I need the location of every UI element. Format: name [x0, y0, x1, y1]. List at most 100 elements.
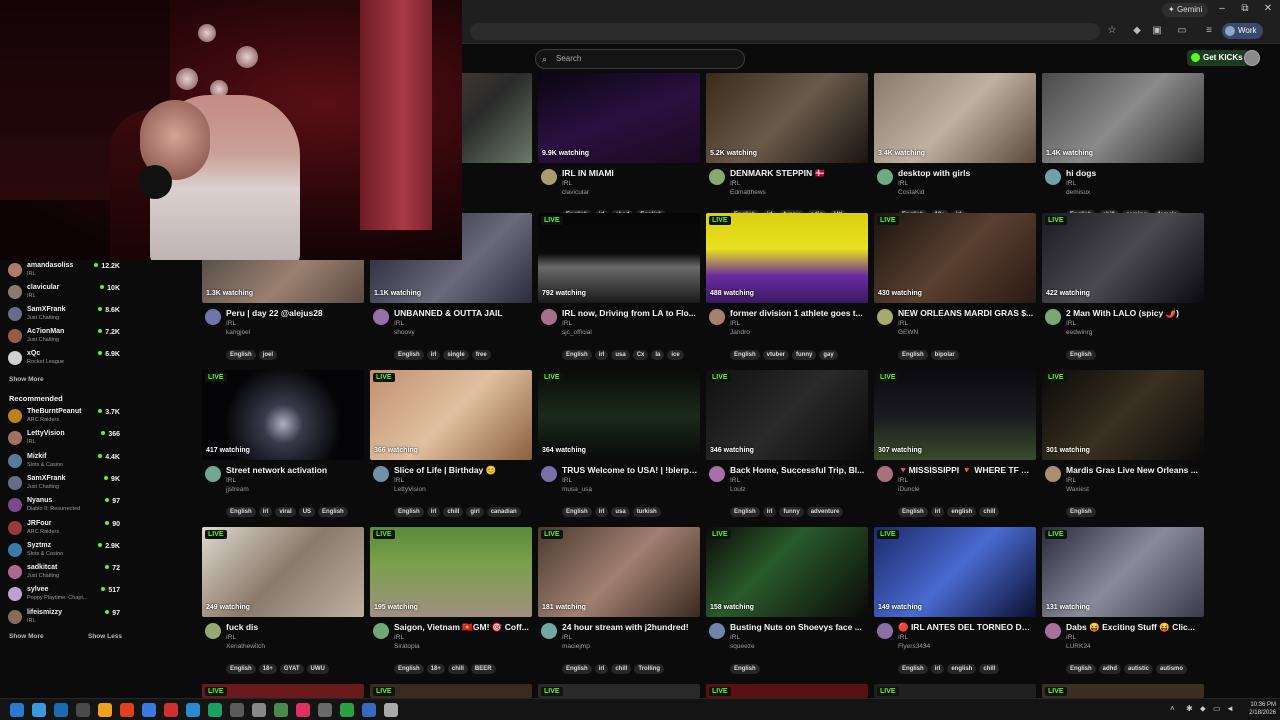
streamer-name[interactable]: musa_usa [562, 486, 592, 493]
streamer-name[interactable]: iDuncle [898, 486, 920, 493]
stream-category[interactable]: IRL [898, 477, 908, 484]
stream-tag[interactable]: English [1066, 350, 1096, 360]
taskbar-app-icon[interactable] [384, 703, 398, 717]
chevron-up-icon[interactable]: ˄ [1170, 704, 1175, 713]
stream-category[interactable]: IRL [1066, 320, 1076, 327]
streamer-name[interactable]: demisux [1066, 189, 1090, 196]
stream-category[interactable]: IRL [1066, 180, 1076, 187]
stream-category[interactable]: IRL [898, 634, 908, 641]
stream-card[interactable]: LIVE 301 watching Mardis Gras Live New Orl… [1042, 370, 1204, 520]
stream-tag[interactable]: Trolling [634, 664, 665, 674]
taskbar-app-icon[interactable] [340, 703, 354, 717]
stream-tag[interactable]: 18+ [426, 664, 445, 674]
streamer-avatar[interactable] [541, 309, 557, 325]
taskbar-app-icon[interactable] [120, 703, 134, 717]
stream-thumbnail[interactable]: LIVE [706, 684, 868, 698]
show-less-recommended[interactable]: Show Less [88, 633, 122, 640]
taskbar-app-icon[interactable] [142, 703, 156, 717]
taskbar-app-icon[interactable] [362, 703, 376, 717]
stream-thumbnail[interactable]: LIVE 149 watching [874, 527, 1036, 617]
stream-card[interactable]: LIVE 149 watching 🔴 IRL ANTES DEL TORNEO D… [874, 527, 1036, 677]
stream-tag[interactable]: la [651, 350, 665, 360]
stream-tag[interactable]: vtuber [762, 350, 790, 360]
stream-tag[interactable]: irl [426, 350, 441, 360]
sidebar-channel-item[interactable]: xQc Rocket League 6.9K [8, 348, 122, 370]
stream-thumbnail[interactable]: LIVE [874, 684, 1036, 698]
stream-card[interactable]: LIVE 346 watching Back Home, Successful Tr… [706, 370, 868, 520]
stream-tag[interactable]: irl [594, 507, 609, 517]
stream-tag[interactable]: English [730, 350, 760, 360]
stream-thumbnail[interactable]: LIVE 131 watching [1042, 527, 1204, 617]
search-input[interactable]: ⌕ Search [535, 49, 745, 69]
stream-thumbnail[interactable]: LIVE 301 watching [1042, 370, 1204, 460]
stream-card[interactable]: LIVE 417 watching Street network activatio… [202, 370, 364, 520]
stream-title[interactable]: Saigon, Vietnam 🇻🇳GM! 🎯 Coff... [394, 622, 530, 633]
url-field[interactable] [470, 23, 1100, 40]
stream-tag[interactable]: canadian [486, 507, 521, 517]
stream-category[interactable]: IRL [394, 634, 404, 641]
stream-thumbnail[interactable]: LIVE 364 watching [538, 370, 700, 460]
taskbar-app-icon[interactable] [318, 703, 332, 717]
streamer-avatar[interactable] [1045, 466, 1061, 482]
stream-tag[interactable]: Cx [632, 350, 649, 360]
stream-tag[interactable]: ice [667, 350, 684, 360]
stream-card[interactable]: 5.2K watching DENMARK STEPPIN 🇩🇰 IRL Edmatt… [706, 73, 868, 223]
stream-tag[interactable]: irl [594, 350, 609, 360]
stream-category[interactable]: IRL [730, 634, 740, 641]
streamer-name[interactable]: eedwinrg [1066, 329, 1092, 336]
streamer-avatar[interactable] [709, 309, 725, 325]
streamer-avatar[interactable] [541, 466, 557, 482]
stream-tag[interactable]: US [298, 507, 316, 517]
stream-tag[interactable]: chill [979, 664, 1000, 674]
streamer-avatar[interactable] [205, 309, 221, 325]
stream-tag[interactable]: bipolar [930, 350, 959, 360]
stream-card[interactable]: LIVE 422 watching 2 Man With LALO (spicy 🌶… [1042, 213, 1204, 363]
streamer-avatar[interactable] [205, 623, 221, 639]
taskbar-app-icon[interactable] [76, 703, 90, 717]
stream-thumbnail[interactable]: 5.2K watching [706, 73, 868, 163]
stream-tag[interactable]: usa [611, 507, 630, 517]
streamer-avatar[interactable] [877, 466, 893, 482]
stream-tag[interactable]: chill [443, 507, 464, 517]
stream-title[interactable]: IRL now, Driving from LA to Flo... [562, 308, 698, 318]
stream-title[interactable]: Dabs 😝 Exciting Stuff 😝 Clic... [1066, 622, 1202, 633]
stream-thumbnail[interactable]: LIVE 307 watching [874, 370, 1036, 460]
stream-thumbnail[interactable]: 3.4K watching [874, 73, 1036, 163]
stream-thumbnail[interactable]: LIVE 488 watching [706, 213, 868, 303]
bookmark-star-icon[interactable]: ☆ [1105, 24, 1119, 38]
stream-category[interactable]: IRL [1066, 634, 1076, 641]
profile-button[interactable]: Work [1222, 23, 1263, 39]
stream-thumbnail[interactable]: LIVE [538, 684, 700, 698]
taskbar-app-icon[interactable] [98, 703, 112, 717]
user-avatar[interactable] [1244, 50, 1260, 66]
streamer-avatar[interactable] [877, 169, 893, 185]
stream-tag[interactable]: irl [426, 507, 441, 517]
taskbar-app-icon[interactable] [54, 703, 68, 717]
sidebar-channel-item[interactable]: LettyVision IRL 366 [8, 428, 122, 450]
streamer-name[interactable]: LettyVision [394, 486, 426, 493]
stream-card[interactable]: 9.9K watchingIRL IN MIAMIIRLclavicularEn… [538, 73, 700, 223]
stream-tag[interactable]: adventure [806, 507, 844, 517]
stream-card[interactable]: LIVE 195 watching Saigon, Vietnam 🇻🇳GM! 🎯 … [370, 527, 532, 677]
stream-tag[interactable]: viral [275, 507, 296, 517]
stream-tag[interactable]: irl [594, 664, 609, 674]
streamer-name[interactable]: GEWN [898, 329, 918, 336]
stream-tag[interactable]: English [394, 350, 424, 360]
get-kicks-button[interactable]: Get KICKs [1187, 50, 1249, 66]
streamer-name[interactable]: Flyers3434 [898, 643, 930, 650]
streamer-name[interactable]: LURK24 [1066, 643, 1091, 650]
taskbar-app-icon[interactable] [164, 703, 178, 717]
stream-tag[interactable]: English [394, 664, 424, 674]
stream-category[interactable]: IRL [394, 320, 404, 327]
stream-thumbnail[interactable]: LIVE 366 watching [370, 370, 532, 460]
location-icon[interactable]: ⬥ [1200, 704, 1206, 714]
stream-title[interactable]: desktop with girls [898, 168, 1034, 178]
sidebar-channel-item[interactable]: JRFour ARC Raiders 90 [8, 518, 122, 540]
stream-tag[interactable]: funny [779, 507, 804, 517]
stream-thumbnail[interactable]: LIVE [202, 684, 364, 698]
extension-icon[interactable]: ◆ [1130, 24, 1144, 38]
stream-category[interactable]: IRL [562, 320, 572, 327]
stream-title[interactable]: Peru | day 22 @alejus28 [226, 308, 362, 318]
stream-tag[interactable]: usa [611, 350, 630, 360]
stream-tag[interactable]: adhd [1098, 664, 1122, 674]
